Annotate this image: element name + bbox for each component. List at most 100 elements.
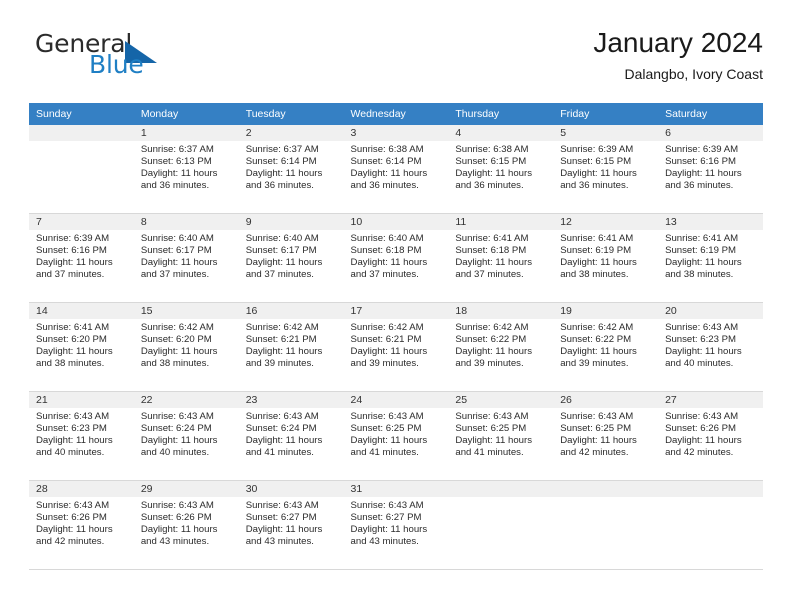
calendar-day-cell[interactable]: 6 Sunrise: 6:39 AM Sunset: 6:16 PM Dayli… bbox=[658, 125, 763, 214]
calendar-day-cell[interactable]: 28 Sunrise: 6:43 AM Sunset: 6:26 PM Dayl… bbox=[29, 480, 134, 570]
weekday-header-friday: Friday bbox=[553, 103, 659, 125]
calendar-day-cell[interactable]: 7 Sunrise: 6:39 AM Sunset: 6:16 PM Dayli… bbox=[29, 213, 134, 303]
day-number: 21 bbox=[29, 392, 134, 408]
daylight-text-line2: and 37 minutes. bbox=[455, 268, 524, 280]
day-number: 14 bbox=[29, 303, 134, 319]
calendar-day-cell[interactable]: 21 Sunrise: 6:43 AM Sunset: 6:23 PM Dayl… bbox=[29, 391, 134, 481]
day-number: 8 bbox=[133, 214, 239, 230]
sunset-text: Sunset: 6:27 PM bbox=[350, 511, 422, 523]
day-info: Sunrise: 6:42 AM Sunset: 6:21 PM Dayligh… bbox=[239, 319, 344, 370]
calendar-day-cell[interactable]: 13 Sunrise: 6:41 AM Sunset: 6:19 PM Dayl… bbox=[658, 213, 763, 303]
day-info: Sunrise: 6:41 AM Sunset: 6:20 PM Dayligh… bbox=[29, 319, 134, 370]
calendar-day-cell[interactable]: 10 Sunrise: 6:40 AM Sunset: 6:18 PM Dayl… bbox=[343, 213, 449, 303]
daylight-text-line2: and 37 minutes. bbox=[36, 268, 105, 280]
sunset-text: Sunset: 6:26 PM bbox=[36, 511, 107, 523]
calendar-day-cell[interactable]: 12 Sunrise: 6:41 AM Sunset: 6:19 PM Dayl… bbox=[553, 213, 659, 303]
sunset-text: Sunset: 6:23 PM bbox=[36, 422, 107, 434]
calendar-day-cell[interactable]: 15 Sunrise: 6:42 AM Sunset: 6:20 PM Dayl… bbox=[133, 302, 239, 392]
sunrise-text: Sunrise: 6:38 AM bbox=[455, 144, 529, 155]
calendar-day-cell[interactable]: 27 Sunrise: 6:43 AM Sunset: 6:26 PM Dayl… bbox=[658, 391, 763, 481]
calendar-day-cell[interactable]: 8 Sunrise: 6:40 AM Sunset: 6:17 PM Dayli… bbox=[133, 213, 239, 303]
calendar-day-cell[interactable]: 19 Sunrise: 6:42 AM Sunset: 6:22 PM Dayl… bbox=[553, 302, 659, 392]
calendar-day-cell[interactable]: 22 Sunrise: 6:43 AM Sunset: 6:24 PM Dayl… bbox=[133, 391, 239, 481]
day-info: Sunrise: 6:40 AM Sunset: 6:17 PM Dayligh… bbox=[134, 230, 239, 281]
day-info: Sunrise: 6:38 AM Sunset: 6:15 PM Dayligh… bbox=[448, 141, 553, 192]
title-block: January 2024 Dalangbo, Ivory Coast bbox=[593, 26, 763, 83]
calendar-page: General Blue January 2024 Dalangbo, Ivor… bbox=[0, 0, 792, 612]
day-number: 9 bbox=[238, 214, 344, 230]
day-info: Sunrise: 6:39 AM Sunset: 6:16 PM Dayligh… bbox=[29, 230, 134, 281]
day-info: Sunrise: 6:42 AM Sunset: 6:22 PM Dayligh… bbox=[448, 319, 553, 370]
sunset-text: Sunset: 6:18 PM bbox=[455, 244, 527, 256]
calendar-day-cell[interactable]: 5 Sunrise: 6:39 AM Sunset: 6:15 PM Dayli… bbox=[553, 125, 659, 214]
sunset-text: Sunset: 6:21 PM bbox=[245, 333, 317, 345]
calendar-day-cell[interactable]: 20 Sunrise: 6:43 AM Sunset: 6:23 PM Dayl… bbox=[658, 302, 763, 392]
calendar-day-cell[interactable] bbox=[448, 480, 554, 570]
calendar-day-cell[interactable] bbox=[29, 125, 134, 214]
daylight-text-line2: and 38 minutes. bbox=[140, 357, 210, 369]
calendar-day-cell[interactable]: 11 Sunrise: 6:41 AM Sunset: 6:18 PM Dayl… bbox=[448, 213, 554, 303]
sunrise-text: Sunrise: 6:42 AM bbox=[560, 322, 634, 333]
day-info: Sunrise: 6:43 AM Sunset: 6:25 PM Dayligh… bbox=[448, 408, 553, 459]
day-info bbox=[658, 497, 763, 500]
sunrise-text: Sunrise: 6:38 AM bbox=[350, 144, 424, 155]
daylight-text-line2: and 40 minutes. bbox=[36, 446, 105, 458]
day-info: Sunrise: 6:43 AM Sunset: 6:23 PM Dayligh… bbox=[29, 408, 134, 459]
calendar-day-cell[interactable]: 4 Sunrise: 6:38 AM Sunset: 6:15 PM Dayli… bbox=[448, 125, 554, 214]
calendar-day-cell[interactable]: 14 Sunrise: 6:41 AM Sunset: 6:20 PM Dayl… bbox=[29, 302, 134, 392]
day-info: Sunrise: 6:40 AM Sunset: 6:18 PM Dayligh… bbox=[344, 230, 449, 281]
day-info: Sunrise: 6:39 AM Sunset: 6:16 PM Dayligh… bbox=[658, 141, 763, 192]
calendar-day-cell[interactable]: 3 Sunrise: 6:38 AM Sunset: 6:14 PM Dayli… bbox=[343, 125, 449, 214]
day-number: 17 bbox=[343, 303, 449, 319]
sunset-text: Sunset: 6:22 PM bbox=[560, 333, 632, 345]
calendar-week-row: 7 Sunrise: 6:39 AM Sunset: 6:16 PM Dayli… bbox=[29, 213, 763, 303]
daylight-text-line1: Daylight: 11 hours bbox=[350, 167, 428, 179]
daylight-text-line1: Daylight: 11 hours bbox=[665, 167, 742, 179]
sunset-text: Sunset: 6:25 PM bbox=[350, 422, 422, 434]
calendar-day-cell[interactable]: 31 Sunrise: 6:43 AM Sunset: 6:27 PM Dayl… bbox=[343, 480, 449, 570]
calendar-day-cell[interactable]: 25 Sunrise: 6:43 AM Sunset: 6:25 PM Dayl… bbox=[448, 391, 554, 481]
day-number: 6 bbox=[658, 125, 763, 141]
sunrise-text: Sunrise: 6:41 AM bbox=[560, 233, 634, 244]
day-number: 18 bbox=[448, 303, 554, 319]
calendar-day-cell[interactable]: 18 Sunrise: 6:42 AM Sunset: 6:22 PM Dayl… bbox=[448, 302, 554, 392]
day-info: Sunrise: 6:43 AM Sunset: 6:26 PM Dayligh… bbox=[29, 497, 134, 548]
sunrise-text: Sunrise: 6:41 AM bbox=[36, 322, 110, 333]
daylight-text-line1: Daylight: 11 hours bbox=[350, 256, 428, 268]
day-info: Sunrise: 6:41 AM Sunset: 6:19 PM Dayligh… bbox=[658, 230, 763, 281]
sunset-text: Sunset: 6:21 PM bbox=[350, 333, 422, 345]
weekday-header-wednesday: Wednesday bbox=[343, 103, 449, 125]
calendar-day-cell[interactable]: 26 Sunrise: 6:43 AM Sunset: 6:25 PM Dayl… bbox=[553, 391, 659, 481]
daylight-text-line1: Daylight: 11 hours bbox=[350, 434, 428, 446]
calendar-day-cell[interactable]: 17 Sunrise: 6:42 AM Sunset: 6:21 PM Dayl… bbox=[343, 302, 449, 392]
daylight-text-line2: and 37 minutes. bbox=[140, 268, 210, 280]
sunrise-text: Sunrise: 6:37 AM bbox=[140, 144, 214, 155]
day-number: 3 bbox=[343, 125, 449, 141]
daylight-text-line1: Daylight: 11 hours bbox=[140, 256, 218, 268]
daylight-text-line2: and 38 minutes. bbox=[560, 268, 629, 280]
day-info: Sunrise: 6:41 AM Sunset: 6:19 PM Dayligh… bbox=[553, 230, 658, 281]
daylight-text-line1: Daylight: 11 hours bbox=[455, 167, 532, 179]
sunrise-text: Sunrise: 6:43 AM bbox=[140, 500, 214, 511]
day-number bbox=[29, 125, 134, 141]
day-info: Sunrise: 6:43 AM Sunset: 6:26 PM Dayligh… bbox=[134, 497, 239, 548]
day-info bbox=[553, 497, 658, 500]
day-number: 10 bbox=[343, 214, 449, 230]
day-info: Sunrise: 6:42 AM Sunset: 6:22 PM Dayligh… bbox=[553, 319, 658, 370]
calendar-day-cell[interactable]: 2 Sunrise: 6:37 AM Sunset: 6:14 PM Dayli… bbox=[238, 125, 344, 214]
calendar-day-cell[interactable]: 9 Sunrise: 6:40 AM Sunset: 6:17 PM Dayli… bbox=[238, 213, 344, 303]
calendar-day-cell[interactable]: 29 Sunrise: 6:43 AM Sunset: 6:26 PM Dayl… bbox=[133, 480, 239, 570]
day-number: 29 bbox=[133, 481, 239, 497]
calendar-day-cell[interactable]: 30 Sunrise: 6:43 AM Sunset: 6:27 PM Dayl… bbox=[238, 480, 344, 570]
calendar-day-cell[interactable]: 23 Sunrise: 6:43 AM Sunset: 6:24 PM Dayl… bbox=[238, 391, 344, 481]
day-info: Sunrise: 6:43 AM Sunset: 6:23 PM Dayligh… bbox=[658, 319, 763, 370]
daylight-text-line1: Daylight: 11 hours bbox=[245, 434, 323, 446]
calendar-day-cell[interactable] bbox=[658, 480, 763, 570]
day-number: 30 bbox=[238, 481, 344, 497]
daylight-text-line1: Daylight: 11 hours bbox=[665, 256, 742, 268]
day-number bbox=[448, 481, 554, 497]
calendar-day-cell[interactable] bbox=[553, 480, 659, 570]
calendar-day-cell[interactable]: 1 Sunrise: 6:37 AM Sunset: 6:13 PM Dayli… bbox=[133, 125, 239, 214]
calendar-day-cell[interactable]: 16 Sunrise: 6:42 AM Sunset: 6:21 PM Dayl… bbox=[238, 302, 344, 392]
calendar-day-cell[interactable]: 24 Sunrise: 6:43 AM Sunset: 6:25 PM Dayl… bbox=[343, 391, 449, 481]
